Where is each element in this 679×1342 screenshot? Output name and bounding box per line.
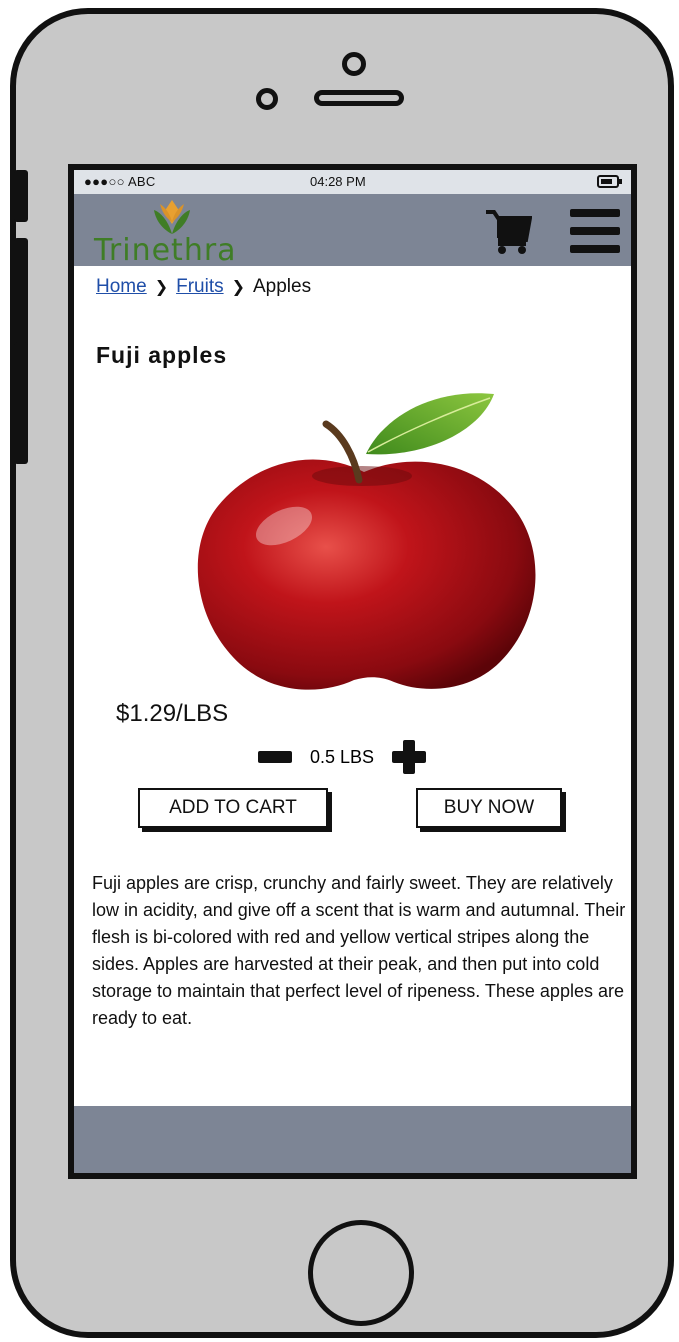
app-footer [74, 1106, 631, 1173]
front-camera [342, 52, 366, 76]
app-header: Trinethra [74, 194, 631, 266]
breadcrumb-fruits-link[interactable]: Fruits [176, 276, 224, 298]
buy-now-button[interactable]: BUY NOW [416, 788, 562, 828]
product-description: Fuji apples are crisp, crunchy and fairl… [92, 873, 626, 1028]
carrier-signal: ●●●○○ ABC [84, 174, 156, 189]
menu-bar [570, 227, 620, 235]
hamburger-menu-icon[interactable] [570, 209, 620, 253]
add-to-cart-button[interactable]: ADD TO CART [138, 788, 328, 828]
trinethra-logo[interactable]: Trinethra [92, 198, 272, 268]
status-time: 04:28 PM [310, 174, 366, 189]
breadcrumb: Home ❯ Fruits ❯ Apples [96, 276, 311, 298]
volume-down-button [14, 342, 28, 464]
phone-screen: ●●●○○ ABC 04:28 PM Trinethra Home ❯ Frui… [68, 164, 637, 1179]
red-apple-image [197, 393, 536, 690]
breadcrumb-current: Apples [253, 276, 312, 297]
logo-leaf-icon [154, 200, 190, 234]
product-title: Fuji apples [96, 342, 228, 368]
chevron-right-icon: ❯ [154, 279, 169, 296]
cart-icon[interactable] [484, 208, 532, 256]
chevron-right-icon: ❯ [231, 279, 245, 296]
quantity-stepper: 0.5 LBS [258, 740, 427, 774]
decrease-quantity-icon[interactable] [258, 751, 292, 763]
mute-switch [14, 170, 28, 222]
quantity-value: 0.5 LBS [310, 746, 375, 767]
battery-icon [597, 175, 622, 188]
product-price: $1.29/LBS [116, 700, 229, 727]
earpiece-speaker [314, 90, 404, 106]
mockup-page: ●●●○○ ABC 04:28 PM Trinethra Home ❯ Frui… [0, 0, 679, 1342]
menu-bar [570, 245, 620, 253]
proximity-sensor [256, 88, 278, 110]
increase-quantity-icon[interactable] [392, 740, 427, 774]
home-button[interactable] [308, 1220, 414, 1326]
breadcrumb-home-link[interactable]: Home [96, 276, 147, 298]
menu-bar [570, 209, 620, 217]
status-bar: ●●●○○ ABC 04:28 PM [74, 170, 631, 194]
product-content: Home ❯ Fruits ❯ Apples Fuji apples $1.29… [74, 266, 631, 1106]
logo-text: Trinethra [94, 233, 237, 268]
